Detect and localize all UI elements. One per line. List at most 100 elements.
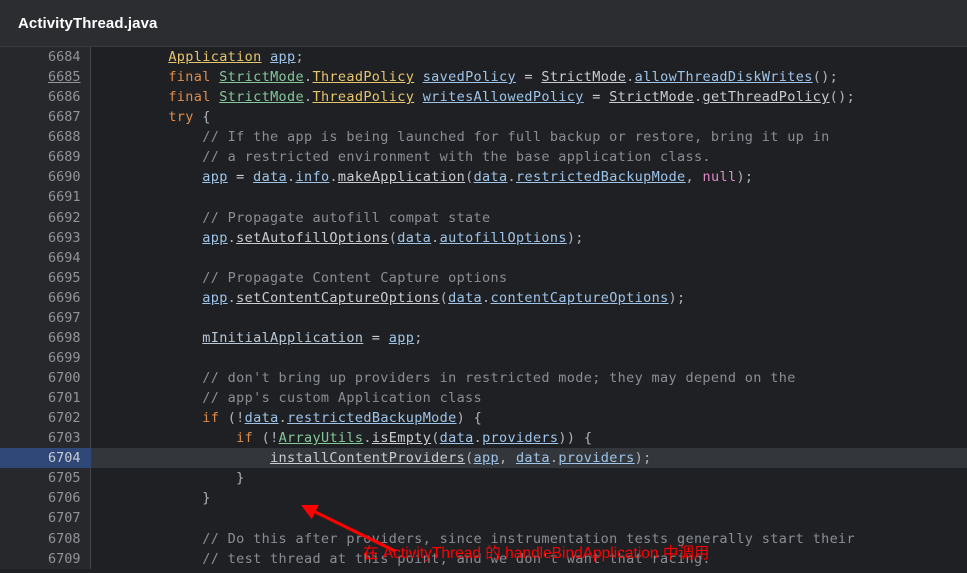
line-number[interactable]: 6703 xyxy=(0,428,91,449)
code-line-row[interactable]: 6696 app.setContentCaptureOptions(data.c… xyxy=(0,287,967,308)
line-number[interactable]: 6688 xyxy=(0,127,91,148)
line-number[interactable]: 6706 xyxy=(0,488,91,509)
code-token-plain: = xyxy=(515,69,542,86)
code-token-comment: // Do this after providers, since instru… xyxy=(202,530,856,547)
code-line-content[interactable]: } xyxy=(90,468,967,488)
code-line-row[interactable]: 6690 app = data.info.makeApplication(dat… xyxy=(0,167,967,188)
code-line-row[interactable]: 6691 xyxy=(0,187,967,208)
code-line-row[interactable]: 6686 final StrictMode.ThreadPolicy write… xyxy=(0,87,967,108)
code-line-content[interactable]: final StrictMode. ThreadPolicy savedPolic… xyxy=(90,67,967,87)
code-line-content[interactable] xyxy=(90,248,967,268)
code-line-content[interactable]: if (!data.restrictedBackupMode) { xyxy=(90,408,967,428)
line-number[interactable]: 6704 xyxy=(0,448,91,469)
code-line-content[interactable]: // test thread at this point, and we don… xyxy=(90,549,967,569)
code-line-row[interactable]: 6687 try { xyxy=(0,107,967,128)
code-line-row[interactable]: 6697 xyxy=(0,307,967,328)
code-line-row[interactable]: 6707 xyxy=(0,508,967,529)
code-line-content[interactable]: // Propagate Content Capture options xyxy=(90,268,967,288)
code-line-row[interactable]: 6705 } xyxy=(0,468,967,489)
code-token-punct: ( xyxy=(431,430,440,447)
code-line-row[interactable]: 6699 xyxy=(0,347,967,368)
code-line-content[interactable] xyxy=(90,508,967,528)
code-line-content[interactable]: app = data.info.makeApplication(data.res… xyxy=(90,167,967,187)
code-token-punct: } xyxy=(202,490,211,507)
code-line-row[interactable]: 6694 xyxy=(0,247,967,268)
line-number[interactable]: 6707 xyxy=(0,508,91,529)
code-line-content[interactable]: // app's custom Application class xyxy=(90,388,967,408)
code-line-row[interactable]: 6708 // Do this after providers, since i… xyxy=(0,528,967,549)
code-line-content[interactable]: // don't bring up providers in restricte… xyxy=(90,368,967,388)
line-number[interactable]: 6690 xyxy=(0,167,91,188)
code-line-row[interactable]: 6688 // If the app is being launched for… xyxy=(0,127,967,148)
code-line-row[interactable]: 6693 app.setAutofillOptions(data.autofil… xyxy=(0,227,967,248)
code-line-content[interactable]: // Do this after providers, since instru… xyxy=(90,529,967,549)
line-number[interactable]: 6698 xyxy=(0,327,91,348)
code-line-content[interactable] xyxy=(90,187,967,207)
code-token-class: StrictMode xyxy=(219,89,304,106)
code-line-content[interactable] xyxy=(90,348,967,368)
line-number[interactable]: 6696 xyxy=(0,287,91,308)
line-number[interactable]: 6708 xyxy=(0,528,91,549)
code-token-punct: . xyxy=(507,169,516,186)
code-line-row[interactable]: 6684 Application app; xyxy=(0,47,967,68)
line-number[interactable]: 6685 xyxy=(0,67,91,88)
code-line-content[interactable]: Application app; xyxy=(90,47,967,67)
line-number[interactable]: 6691 xyxy=(0,187,91,208)
line-number[interactable]: 6701 xyxy=(0,388,91,409)
code-line-row[interactable]: 6689 // a restricted environment with th… xyxy=(0,147,967,168)
code-line-row[interactable]: 6695 // Propagate Content Capture option… xyxy=(0,267,967,288)
code-line-content[interactable]: // If the app is being launched for full… xyxy=(90,127,967,147)
code-line-content[interactable]: if (!ArrayUtils.isEmpty(data.providers))… xyxy=(90,428,967,448)
line-number[interactable]: 6693 xyxy=(0,227,91,248)
code-line-content[interactable]: // a restricted environment with the bas… xyxy=(90,147,967,167)
code-token-field: data xyxy=(397,229,432,246)
line-number[interactable]: 6702 xyxy=(0,408,91,429)
line-number[interactable]: 6692 xyxy=(0,207,91,228)
line-number[interactable]: 6694 xyxy=(0,247,91,268)
code-line-row[interactable]: 6700 // don't bring up providers in rest… xyxy=(0,368,967,389)
code-line-row[interactable]: 6698 mInitialApplication = app; xyxy=(0,327,967,348)
code-line-row[interactable]: 6709 // test thread at this point, and w… xyxy=(0,548,967,569)
line-number[interactable]: 6687 xyxy=(0,107,91,128)
code-token-punct: . xyxy=(278,410,288,427)
code-token-keyword: final xyxy=(168,69,211,86)
code-line-content[interactable]: app.setAutofillOptions(data.autofillOpti… xyxy=(90,228,967,248)
code-token-field: data xyxy=(253,169,288,186)
code-line-content[interactable]: mInitialApplication = app; xyxy=(90,328,967,348)
line-number[interactable]: 6695 xyxy=(0,267,91,288)
code-line-row[interactable]: 6704 installContentProviders(app, data.p… xyxy=(0,448,967,469)
code-token-class: ArrayUtils xyxy=(278,430,364,447)
code-line-row[interactable]: 6685 final StrictMode. ThreadPolicy saved… xyxy=(0,67,967,88)
code-line-content[interactable]: try { xyxy=(90,107,967,127)
code-line-row[interactable]: 6701 // app's custom Application class xyxy=(0,388,967,409)
line-number[interactable]: 6689 xyxy=(0,147,91,168)
code-line-content[interactable]: app.setContentCaptureOptions(data.conten… xyxy=(90,288,967,308)
code-token-method: setAutofillOptions xyxy=(236,229,389,246)
line-number[interactable]: 6686 xyxy=(0,87,91,108)
code-token-punct: ); xyxy=(566,229,584,246)
code-line-content[interactable]: // Propagate autofill compat state xyxy=(90,208,967,228)
code-line-row[interactable]: 6702 if (!data.restrictedBackupMode) { xyxy=(0,408,967,429)
line-number[interactable]: 6699 xyxy=(0,347,91,368)
code-token-comment: // Propagate Content Capture options xyxy=(202,269,508,286)
line-number[interactable]: 6700 xyxy=(0,368,91,389)
code-token-punct: ( xyxy=(465,169,474,186)
line-number[interactable]: 6705 xyxy=(0,468,91,489)
code-token-punct: . xyxy=(287,169,296,186)
line-number[interactable]: 6697 xyxy=(0,307,91,328)
code-editor[interactable]: 6684 Application app; 6685 final StrictMo… xyxy=(0,47,967,573)
code-line-content[interactable]: final StrictMode.ThreadPolicy writesAllo… xyxy=(90,87,967,107)
line-number[interactable]: 6684 xyxy=(0,47,91,68)
code-token-field: data xyxy=(515,450,550,467)
code-line-row[interactable]: 6706 } xyxy=(0,488,967,509)
code-line-content[interactable] xyxy=(90,308,967,328)
code-line-row[interactable]: 6692 // Propagate autofill compat state xyxy=(0,207,967,228)
line-number[interactable]: 6709 xyxy=(0,548,91,569)
code-line-row[interactable]: 6703 if (!ArrayUtils.isEmpty(data.provid… xyxy=(0,428,967,449)
code-token-field: data xyxy=(439,430,474,447)
code-line-content[interactable]: } xyxy=(90,488,967,508)
code-line-content[interactable]: installContentProviders(app, data.provid… xyxy=(90,448,967,469)
